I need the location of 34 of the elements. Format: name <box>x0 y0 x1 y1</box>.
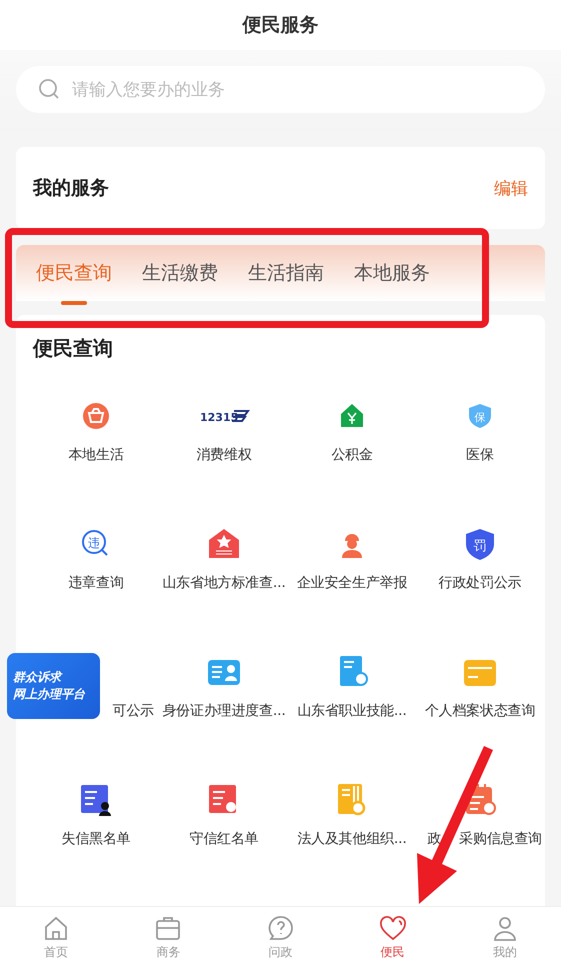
category-tab[interactable]: 生活指南 <box>248 245 324 301</box>
nav-item[interactable]: 便民 <box>336 907 449 968</box>
service-label[interactable]: 政 <box>427 830 442 848</box>
search-icon <box>38 78 60 100</box>
badge-text: 群众诉求 <box>13 669 64 686</box>
category-tab[interactable]: 本地服务 <box>354 245 430 301</box>
section-title: 便民查询 <box>32 335 114 362</box>
service-label[interactable]: 个人档案状态查询 <box>424 702 536 720</box>
service-label[interactable]: 山东省职业技能... <box>297 702 407 720</box>
tab-underline <box>61 301 87 305</box>
service-label[interactable]: 法人及其他组织... <box>297 830 407 848</box>
search-field[interactable]: 请输入您要办的业务 <box>16 66 545 113</box>
floating-badge[interactable]: 群众诉求 网上办理平台 <box>7 653 100 719</box>
service-label[interactable]: 消费维权 <box>196 446 252 464</box>
service-label[interactable]: 企业安全生产举报 <box>296 574 408 592</box>
service-label[interactable]: 违章查询 <box>68 574 124 592</box>
category-tab[interactable]: 生活缴费 <box>142 245 218 301</box>
service-label[interactable]: 采购信息查询 <box>459 830 542 848</box>
service-label[interactable]: 可公示 <box>112 702 154 720</box>
heart-icon <box>378 914 407 942</box>
service-label[interactable]: 本地生活 <box>68 446 124 464</box>
service-label[interactable]: 公积金 <box>331 446 373 464</box>
service-label[interactable]: 山东省地方标准查... <box>162 574 286 592</box>
briefcase-icon <box>154 914 182 942</box>
card-title: 我的服务 <box>33 176 109 201</box>
service-label[interactable]: 行政处罚公示 <box>438 574 522 592</box>
service-label[interactable]: 医保 <box>466 446 494 464</box>
service-label[interactable]: 守信红名单 <box>189 830 258 848</box>
badge-text: 网上办理平台 <box>13 686 86 703</box>
service-label[interactable]: 身份证办理进度查... <box>162 702 286 720</box>
question-icon <box>266 914 294 942</box>
page-title: 便民服务 <box>242 13 318 38</box>
service-label[interactable]: 失信黑名单 <box>61 830 130 848</box>
document-person-icon <box>78 782 114 818</box>
